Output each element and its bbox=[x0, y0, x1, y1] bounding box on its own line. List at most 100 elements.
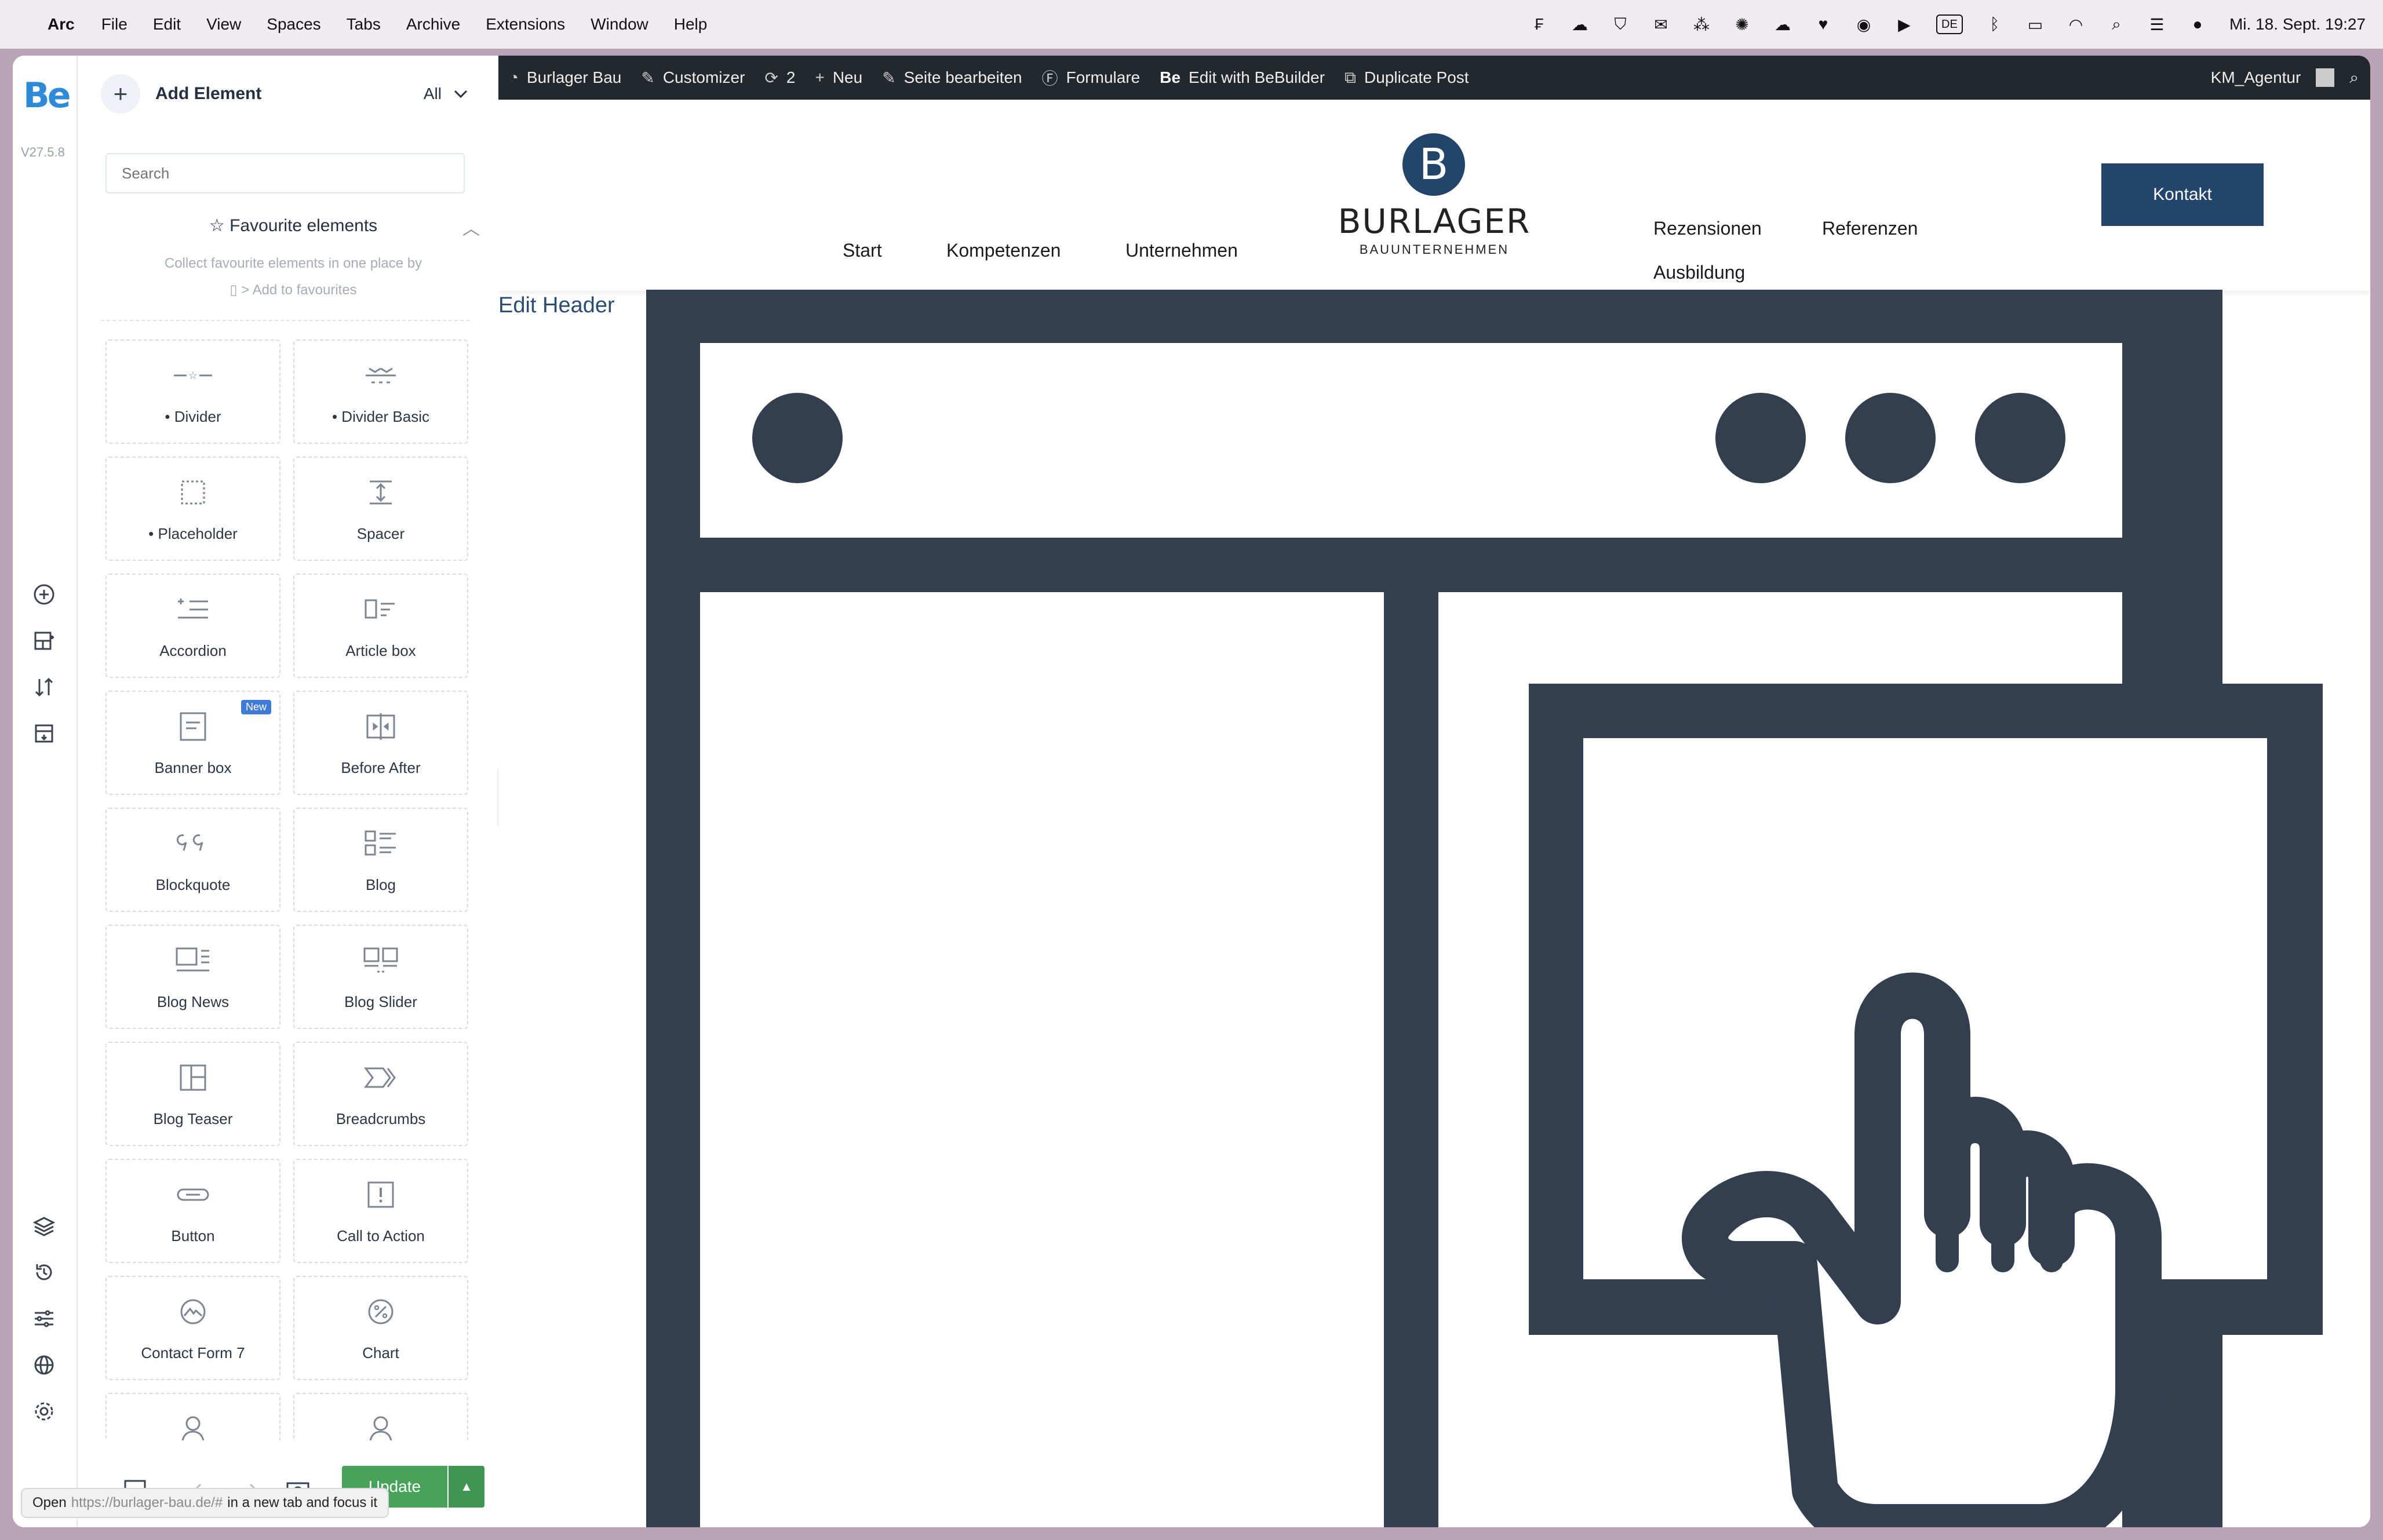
element-filter-select[interactable]: All bbox=[424, 85, 468, 103]
menu-extensions[interactable]: Extensions bbox=[486, 15, 565, 34]
blog-slider-icon bbox=[363, 947, 398, 973]
element-card-blog-slider[interactable]: Blog Slider bbox=[293, 925, 468, 1029]
add-element-panel: + Add Element All ☆ Favourite elements ︿… bbox=[78, 56, 509, 1527]
element-card-partial[interactable] bbox=[105, 1393, 280, 1440]
add-element-button[interactable]: + bbox=[101, 74, 140, 114]
element-card-accordion[interactable]: Accordion bbox=[105, 574, 280, 678]
play-icon[interactable]: ▶ bbox=[1896, 16, 1913, 34]
element-label: • Divider bbox=[165, 408, 221, 425]
pre-built-icon[interactable] bbox=[32, 722, 56, 745]
menu-help[interactable]: Help bbox=[674, 15, 708, 34]
globe-icon[interactable] bbox=[32, 1353, 56, 1377]
wifi-icon[interactable]: ◠ bbox=[2067, 16, 2085, 34]
element-card-partial[interactable] bbox=[293, 1393, 468, 1440]
element-card-spacer[interactable]: Spacer bbox=[293, 457, 468, 561]
spacer-icon bbox=[370, 480, 392, 505]
outlook-icon[interactable]: ✉ bbox=[1652, 16, 1670, 34]
call-to-action-icon bbox=[367, 1181, 394, 1208]
siri-icon[interactable]: ● bbox=[2189, 15, 2206, 33]
element-card-divider-basic[interactable]: • Divider Basic bbox=[293, 340, 468, 444]
app-menu[interactable]: Arc bbox=[48, 15, 75, 34]
element-card-blog-news[interactable]: Blog News bbox=[105, 925, 280, 1029]
element-card-banner-box[interactable]: New Banner box bbox=[105, 691, 280, 795]
divider-icon: ☆ bbox=[174, 370, 212, 381]
gear-icon[interactable] bbox=[32, 1400, 56, 1423]
menu-tabs[interactable]: Tabs bbox=[347, 15, 381, 34]
element-card-divider[interactable]: ☆ • Divider bbox=[105, 340, 280, 444]
element-label: Blog News bbox=[156, 993, 229, 1010]
breadcrumbs-icon bbox=[364, 1067, 396, 1088]
menu-archive[interactable]: Archive bbox=[406, 15, 460, 34]
update-options-caret-icon[interactable]: ▲ bbox=[449, 1466, 484, 1508]
history-icon[interactable] bbox=[32, 1261, 56, 1284]
before-after-icon bbox=[366, 713, 395, 740]
navigator-sort-icon[interactable] bbox=[32, 676, 56, 699]
browser-window: Be V27.5.8 + Add Element All ☆ Favourite… bbox=[13, 56, 2370, 1527]
contact-form-icon bbox=[180, 1299, 206, 1324]
element-card-chart[interactable]: Chart bbox=[293, 1276, 468, 1380]
control-center-icon[interactable]: ☰ bbox=[2148, 16, 2166, 34]
bluetooth-icon[interactable]: ᛒ bbox=[1986, 15, 2003, 33]
element-card-call-to-action[interactable]: Call to Action bbox=[293, 1159, 468, 1263]
element-label: Before After bbox=[341, 759, 421, 776]
element-card-button[interactable]: Button bbox=[105, 1159, 280, 1263]
element-grid: ☆ • Divider • Divider Basic • Placeholde… bbox=[105, 340, 469, 1440]
placeholder-icon bbox=[181, 480, 205, 505]
element-card-article-box[interactable]: Article box bbox=[293, 574, 468, 678]
chart-icon bbox=[368, 1299, 393, 1324]
layers-icon[interactable] bbox=[32, 1214, 56, 1238]
page-builder-illustration bbox=[646, 290, 2323, 1527]
element-card-breadcrumbs[interactable]: Breadcrumbs bbox=[293, 1042, 468, 1146]
filter-value: All bbox=[423, 85, 442, 103]
dots-cluster-icon[interactable]: ⁂ bbox=[1693, 16, 1710, 34]
banner-box-icon bbox=[180, 712, 206, 741]
shield-icon[interactable]: ⛉ bbox=[1612, 15, 1629, 33]
element-card-before-after[interactable]: Before After bbox=[293, 691, 468, 795]
menubar-clock[interactable]: Mi. 18. Sept. 19:27 bbox=[2229, 15, 2366, 34]
spotlight-search-icon[interactable]: ⌕ bbox=[2108, 15, 2125, 33]
element-label: Call to Action bbox=[337, 1227, 425, 1245]
element-card-blog-teaser[interactable]: Blog Teaser bbox=[105, 1042, 280, 1146]
menu-edit[interactable]: Edit bbox=[153, 15, 181, 34]
cloud-status-icon[interactable]: ☁ bbox=[1571, 16, 1588, 34]
element-card-blog[interactable]: Blog bbox=[293, 808, 468, 912]
sections-icon[interactable] bbox=[32, 629, 56, 652]
add-element-icon[interactable] bbox=[32, 583, 56, 606]
favourites-description: Collect favourite elements in one place … bbox=[78, 250, 509, 304]
creative-cloud-icon[interactable]: ☁ bbox=[1774, 16, 1791, 34]
menu-file[interactable]: File bbox=[101, 15, 127, 34]
element-label: Article box bbox=[345, 642, 416, 659]
airdrop-icon[interactable]: ◉ bbox=[1855, 16, 1872, 34]
blog-teaser-icon bbox=[180, 1064, 206, 1091]
input-source-indicator[interactable]: DE bbox=[1936, 14, 1963, 34]
status-app-icon[interactable]: ₣ bbox=[1531, 15, 1548, 33]
divider-line bbox=[101, 320, 469, 321]
menu-spaces[interactable]: Spaces bbox=[267, 15, 320, 34]
element-label: Blog bbox=[365, 876, 396, 893]
menu-window[interactable]: Window bbox=[591, 15, 648, 34]
element-search-input[interactable] bbox=[105, 153, 465, 194]
settings-sliders-icon[interactable] bbox=[32, 1307, 56, 1330]
favourites-hint-text: > Add to favourites bbox=[241, 282, 357, 298]
heart-icon[interactable]: ♥ bbox=[1814, 15, 1832, 33]
element-label: Button bbox=[171, 1227, 215, 1245]
divider-basic-icon bbox=[366, 367, 396, 384]
version-label: V27.5.8 bbox=[21, 145, 65, 159]
svg-text:☆: ☆ bbox=[188, 370, 198, 381]
element-card-blockquote[interactable]: Blockquote bbox=[105, 808, 280, 912]
favourites-heading[interactable]: ☆ Favourite elements bbox=[78, 216, 509, 236]
battery-icon[interactable]: ▭ bbox=[2027, 16, 2044, 34]
element-label: Breadcrumbs bbox=[336, 1110, 426, 1127]
bebuilder-logo[interactable]: Be bbox=[23, 75, 71, 116]
chevron-up-icon[interactable]: ︿ bbox=[462, 214, 480, 240]
accordion-icon bbox=[178, 599, 208, 619]
favourites-title: Favourite elements bbox=[229, 216, 378, 235]
element-label: Blockquote bbox=[155, 876, 231, 893]
element-card-placeholder[interactable]: • Placeholder bbox=[105, 457, 280, 561]
panel-header: + Add Element bbox=[101, 74, 261, 114]
openai-icon[interactable]: ✺ bbox=[1733, 16, 1751, 34]
star-icon: ☆ bbox=[209, 216, 225, 235]
element-card-contact-form-7[interactable]: Contact Form 7 bbox=[105, 1276, 280, 1380]
blockquote-icon bbox=[176, 834, 203, 851]
menu-view[interactable]: View bbox=[206, 15, 241, 34]
